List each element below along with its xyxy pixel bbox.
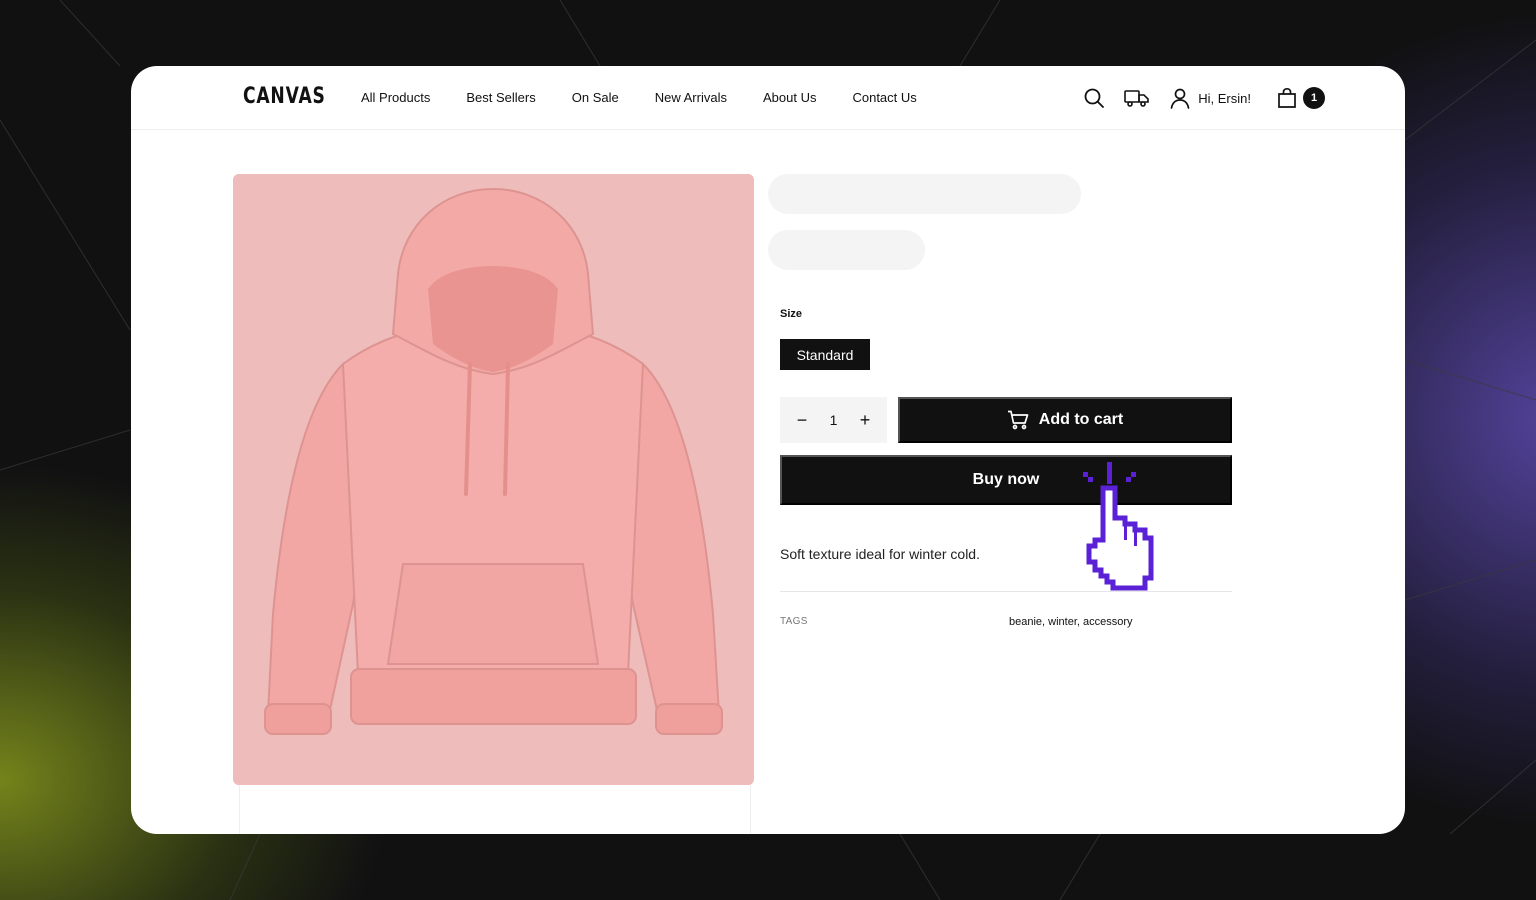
browser-window: CANVAS All Products Best Sellers On Sale… <box>131 66 1405 834</box>
increase-quantity-button[interactable]: + <box>853 410 877 431</box>
tags-label: TAGS <box>780 616 808 627</box>
decrease-quantity-button[interactable]: − <box>790 410 814 431</box>
brand-logo[interactable]: CANVAS <box>243 84 326 109</box>
hoodie-illustration <box>233 174 754 785</box>
nav-item-best-sellers[interactable]: Best Sellers <box>466 90 535 105</box>
main-nav: All Products Best Sellers On Sale New Ar… <box>361 90 953 105</box>
site-header: CANVAS All Products Best Sellers On Sale… <box>131 66 1405 130</box>
add-to-cart-button[interactable]: Add to cart <box>898 397 1232 443</box>
quantity-value[interactable]: 1 <box>830 412 838 428</box>
bag-icon <box>1275 86 1299 110</box>
account-menu[interactable]: Hi, Ersin! <box>1168 86 1251 110</box>
quantity-stepper: − 1 + <box>780 397 887 443</box>
search-icon[interactable] <box>1082 86 1106 110</box>
nav-item-contact-us[interactable]: Contact Us <box>852 90 916 105</box>
nav-item-all-products[interactable]: All Products <box>361 90 430 105</box>
user-greeting: Hi, Ersin! <box>1198 90 1251 106</box>
user-icon <box>1168 86 1192 110</box>
product-image[interactable] <box>233 174 754 785</box>
truck-icon[interactable] <box>1124 86 1150 110</box>
nav-item-new-arrivals[interactable]: New Arrivals <box>655 90 727 105</box>
title-skeleton <box>768 174 1081 214</box>
price-skeleton <box>768 230 925 270</box>
nav-item-about-us[interactable]: About Us <box>763 90 816 105</box>
tags-value[interactable]: beanie, winter, accessory <box>1009 616 1133 628</box>
nav-item-on-sale[interactable]: On Sale <box>572 90 619 105</box>
hand-pointer-cursor-icon <box>1073 458 1173 603</box>
product-description: Soft texture ideal for winter cold. <box>780 546 980 562</box>
image-thumbnail-strip <box>239 785 751 834</box>
cart-count-badge: 1 <box>1303 87 1325 109</box>
cart-icon <box>1007 410 1029 430</box>
size-option-standard[interactable]: Standard <box>780 339 870 370</box>
cart-button[interactable]: 1 <box>1275 86 1325 110</box>
size-label: Size <box>780 308 803 320</box>
add-to-cart-label: Add to cart <box>1038 411 1124 428</box>
header-actions: Hi, Ersin! 1 <box>1082 86 1325 110</box>
